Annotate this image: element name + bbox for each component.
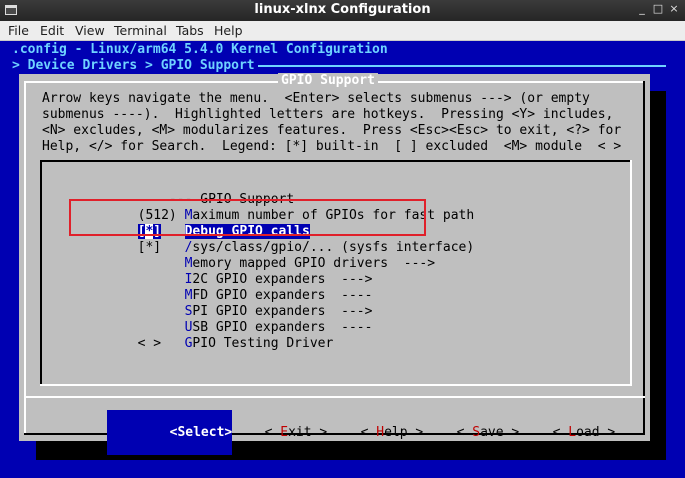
load-button[interactable]: < Load > <box>490 410 616 455</box>
dialog-border-left <box>24 81 26 435</box>
gpio-support-dialog: GPIO Support Arrow keys navigate the men… <box>19 73 650 455</box>
item-label: PIO Testing Driver <box>192 336 334 351</box>
close-icon[interactable]: × <box>666 2 682 15</box>
button-hotkey: H <box>376 425 385 440</box>
menu-file[interactable]: File <box>8 23 29 38</box>
item-prefix: < > <box>137 336 185 351</box>
menu-help[interactable]: Help <box>214 23 243 38</box>
listbox-border-right <box>630 160 632 386</box>
button-hotkey: S <box>472 425 481 440</box>
button-bracket: < <box>456 425 473 440</box>
menu-item-spi-gpio-expanders[interactable]: SPI GPIO expanders ---> <box>75 289 373 319</box>
highlight-annotation-box <box>69 199 426 236</box>
title-bar[interactable]: linux-xlnx Configuration _ □ × <box>0 0 685 21</box>
button-separator <box>24 396 645 398</box>
header-rule <box>258 65 666 67</box>
maximize-icon[interactable]: □ <box>650 2 666 15</box>
minimize-icon[interactable]: _ <box>634 2 650 15</box>
button-hotkey: E <box>280 425 289 440</box>
button-bracket: < <box>360 425 377 440</box>
terminal-window: linux-xlnx Configuration _ □ × File Edit… <box>0 0 685 478</box>
help-line-2: submenus ----). Highlighted letters are … <box>42 107 614 122</box>
menu-item-gpio-testing-driver[interactable]: < > GPIO Testing Driver <box>75 321 334 351</box>
help-line-3: <N> excludes, <M> modularizes features. … <box>42 123 622 138</box>
dialog-border-right <box>643 81 645 435</box>
button-bracket: < <box>264 425 281 440</box>
button-hotkey: L <box>568 425 577 440</box>
config-title: .config - Linux/arm64 5.4.0 Kernel Confi… <box>12 42 388 57</box>
window-title: linux-xlnx Configuration <box>254 2 431 17</box>
menu-item-mfd-gpio-expanders[interactable]: MFD GPIO expanders ---- <box>75 273 373 303</box>
button-bracket: < <box>552 425 569 440</box>
menu-tabs[interactable]: Tabs <box>176 23 204 38</box>
breadcrumb: > Device Drivers > GPIO Support <box>12 58 255 73</box>
listbox-border-left <box>40 160 42 386</box>
menu-bar: File Edit View Terminal Tabs Help <box>0 21 685 41</box>
menu-item-i2c-gpio-expanders[interactable]: I2C GPIO expanders ---> <box>75 257 373 287</box>
button-label: oad > <box>576 425 616 440</box>
help-line-1: Arrow keys navigate the menu. <Enter> se… <box>42 91 590 106</box>
listbox-border-bottom <box>40 384 632 386</box>
dialog-title: GPIO Support <box>278 73 378 88</box>
menu-item-memory-mapped-gpio[interactable]: Memory mapped GPIO drivers ---> <box>75 241 435 271</box>
dialog-title-text: GPIO Support <box>281 73 375 88</box>
terminal-area[interactable]: .config - Linux/arm64 5.4.0 Kernel Confi… <box>0 41 685 478</box>
menu-item-usb-gpio-expanders[interactable]: USB GPIO expanders ---- <box>75 305 373 335</box>
menu-view[interactable]: View <box>75 23 105 38</box>
listbox-border-top <box>40 160 632 162</box>
menu-item-gpio-support-header[interactable]: --- GPIO Support <box>75 177 294 207</box>
help-line-4: Help, </> for Search. Legend: [*] built-… <box>42 139 622 154</box>
menu-edit[interactable]: Edit <box>40 23 64 38</box>
menu-terminal[interactable]: Terminal <box>114 23 167 38</box>
